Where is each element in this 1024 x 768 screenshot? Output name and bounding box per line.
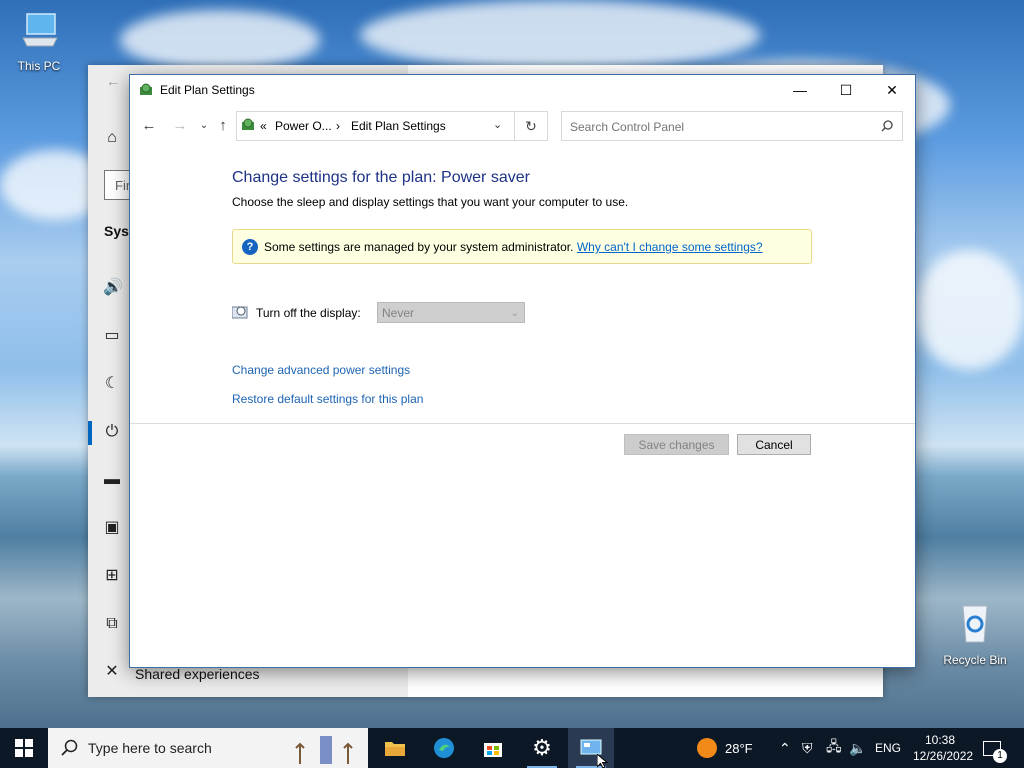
title-bar[interactable]: Edit Plan Settings — ☐ ✕ — [130, 75, 915, 105]
search-icon — [61, 739, 78, 756]
forward-icon[interactable]: → — [170, 117, 190, 135]
windows-logo-icon — [15, 739, 33, 757]
clock-time: 10:38 — [924, 733, 956, 747]
recent-locations-chevron-icon[interactable]: ⌄ — [194, 117, 214, 135]
search-highlight-icon — [295, 736, 353, 764]
home-icon[interactable]: ⌂ — [103, 129, 121, 147]
notification-center-button[interactable]: 1 — [983, 728, 1007, 768]
address-dropdown-chevron-icon[interactable]: ⌄ — [493, 118, 502, 131]
display-select-value: Never — [382, 306, 415, 320]
maximize-button[interactable]: ☐ — [823, 75, 869, 105]
notifications-icon[interactable]: ▭ — [103, 327, 121, 345]
shared-experiences-icon[interactable]: ✕ — [103, 663, 121, 681]
why-cant-change-link[interactable]: Why can't I change some settings? — [577, 240, 763, 254]
settings-taskbar-button[interactable]: ⚙ — [519, 728, 565, 768]
address-bar[interactable]: « Power O... › Edit Plan Settings ⌄ — [236, 111, 515, 141]
power-options-icon — [140, 83, 152, 95]
power-options-icon — [242, 118, 254, 130]
volume-icon[interactable]: 🔈 — [849, 728, 866, 768]
clock-date: 12/26/2022 — [913, 749, 974, 763]
cancel-button[interactable]: Cancel — [737, 434, 811, 455]
taskbar-clock[interactable]: 10:38 12/26/2022 — [913, 732, 974, 764]
store-icon — [484, 743, 502, 757]
divider — [130, 423, 915, 424]
shared-experiences-label[interactable]: Shared experiences — [135, 666, 260, 682]
navigation-bar: ← → ⌄ ↑ « Power O... › Edit Plan Setting… — [130, 109, 915, 143]
find-setting-text: Fir — [115, 178, 131, 193]
turn-off-display-label: Turn off the display: — [256, 306, 361, 320]
battery-icon[interactable]: ▬ — [103, 471, 121, 489]
info-message: Some settings are managed by your system… — [264, 240, 763, 254]
wallpaper-cloud — [915, 250, 1024, 370]
gear-icon: ⚙ — [532, 735, 552, 760]
change-advanced-power-settings-link[interactable]: Change advanced power settings — [232, 363, 410, 377]
search-box[interactable] — [561, 111, 903, 141]
taskbar: Type here to search ⚙ 28°F ⌃ ⛨ 🖧 🔈 ENG 1… — [0, 728, 1024, 768]
edge-taskbar-button[interactable] — [421, 728, 467, 768]
wallpaper-cloud — [120, 10, 320, 70]
edge-browser-icon — [434, 738, 454, 758]
up-icon[interactable]: ↑ — [213, 117, 233, 135]
this-pc-desktop-icon[interactable]: This PC — [4, 8, 74, 73]
active-indicator — [88, 421, 92, 445]
folder-icon — [385, 742, 405, 756]
show-hidden-icons-chevron-icon[interactable]: ⌃ — [779, 728, 791, 768]
search-input[interactable] — [568, 117, 872, 137]
page-subheading: Choose the sleep and display settings th… — [232, 195, 629, 209]
close-button[interactable]: ✕ — [869, 75, 915, 105]
weather-temperature: 28°F — [725, 740, 753, 756]
store-taskbar-button[interactable] — [470, 728, 516, 768]
breadcrumb-separator: › — [336, 119, 340, 133]
recycle-bin-icon — [962, 605, 988, 643]
taskbar-search-placeholder: Type here to search — [88, 740, 212, 756]
start-button[interactable] — [0, 728, 48, 768]
refresh-icon[interactable]: ↻ — [514, 111, 548, 141]
breadcrumb-edit-plan-settings[interactable]: Edit Plan Settings — [351, 119, 446, 133]
help-question-icon: ? — [242, 239, 258, 255]
language-indicator[interactable]: ENG — [875, 728, 901, 768]
tablet-icon[interactable]: ⊞ — [103, 567, 121, 585]
this-pc-label: This PC — [17, 59, 61, 73]
network-icon[interactable]: 🖧 — [826, 728, 842, 768]
multitasking-icon[interactable]: ⧉ — [103, 615, 121, 633]
info-text: Some settings are managed by your system… — [264, 240, 574, 254]
taskbar-search-box[interactable]: Type here to search — [48, 728, 368, 768]
window-title: Edit Plan Settings — [160, 83, 255, 97]
save-changes-button[interactable]: Save changes — [624, 434, 729, 455]
restore-default-settings-link[interactable]: Restore default settings for this plan — [232, 392, 423, 406]
power-icon[interactable]: ⏻ — [103, 423, 121, 441]
wallpaper-cloud — [360, 0, 760, 70]
page-heading: Change settings for the plan: Power save… — [232, 169, 530, 186]
admin-info-bar: ? Some settings are managed by your syst… — [232, 229, 812, 264]
mouse-cursor-icon — [597, 754, 609, 768]
display-clock-icon — [232, 306, 248, 319]
computer-icon — [22, 13, 58, 47]
breadcrumb-power-options[interactable]: Power O... — [275, 119, 332, 133]
chevron-down-icon: ⌄ — [510, 308, 519, 319]
edit-plan-settings-window: Edit Plan Settings — ☐ ✕ ← → ⌄ ↑ « Power… — [129, 74, 916, 668]
back-arrow-icon[interactable]: ← — [106, 73, 120, 89]
sound-icon[interactable]: 🔊 — [103, 279, 123, 297]
storage-icon[interactable]: ▣ — [103, 519, 121, 537]
weather-widget[interactable]: 28°F — [697, 728, 753, 768]
search-icon[interactable] — [881, 120, 893, 132]
turn-off-display-select[interactable]: Never ⌄ — [377, 302, 525, 323]
recycle-bin-desktop-icon[interactable]: Recycle Bin — [940, 600, 1010, 667]
minimize-button[interactable]: — — [777, 75, 823, 105]
back-icon[interactable]: ← — [139, 117, 159, 135]
network-shield-icon[interactable]: ⛨ — [802, 728, 813, 768]
recycle-bin-label: Recycle Bin — [943, 653, 1007, 667]
file-explorer-taskbar-button[interactable] — [372, 728, 418, 768]
weather-sun-icon — [697, 738, 717, 758]
breadcrumb-overflow[interactable]: « — [260, 119, 267, 133]
focus-assist-icon[interactable]: ☾ — [103, 375, 121, 393]
notification-count-badge: 1 — [993, 749, 1007, 763]
